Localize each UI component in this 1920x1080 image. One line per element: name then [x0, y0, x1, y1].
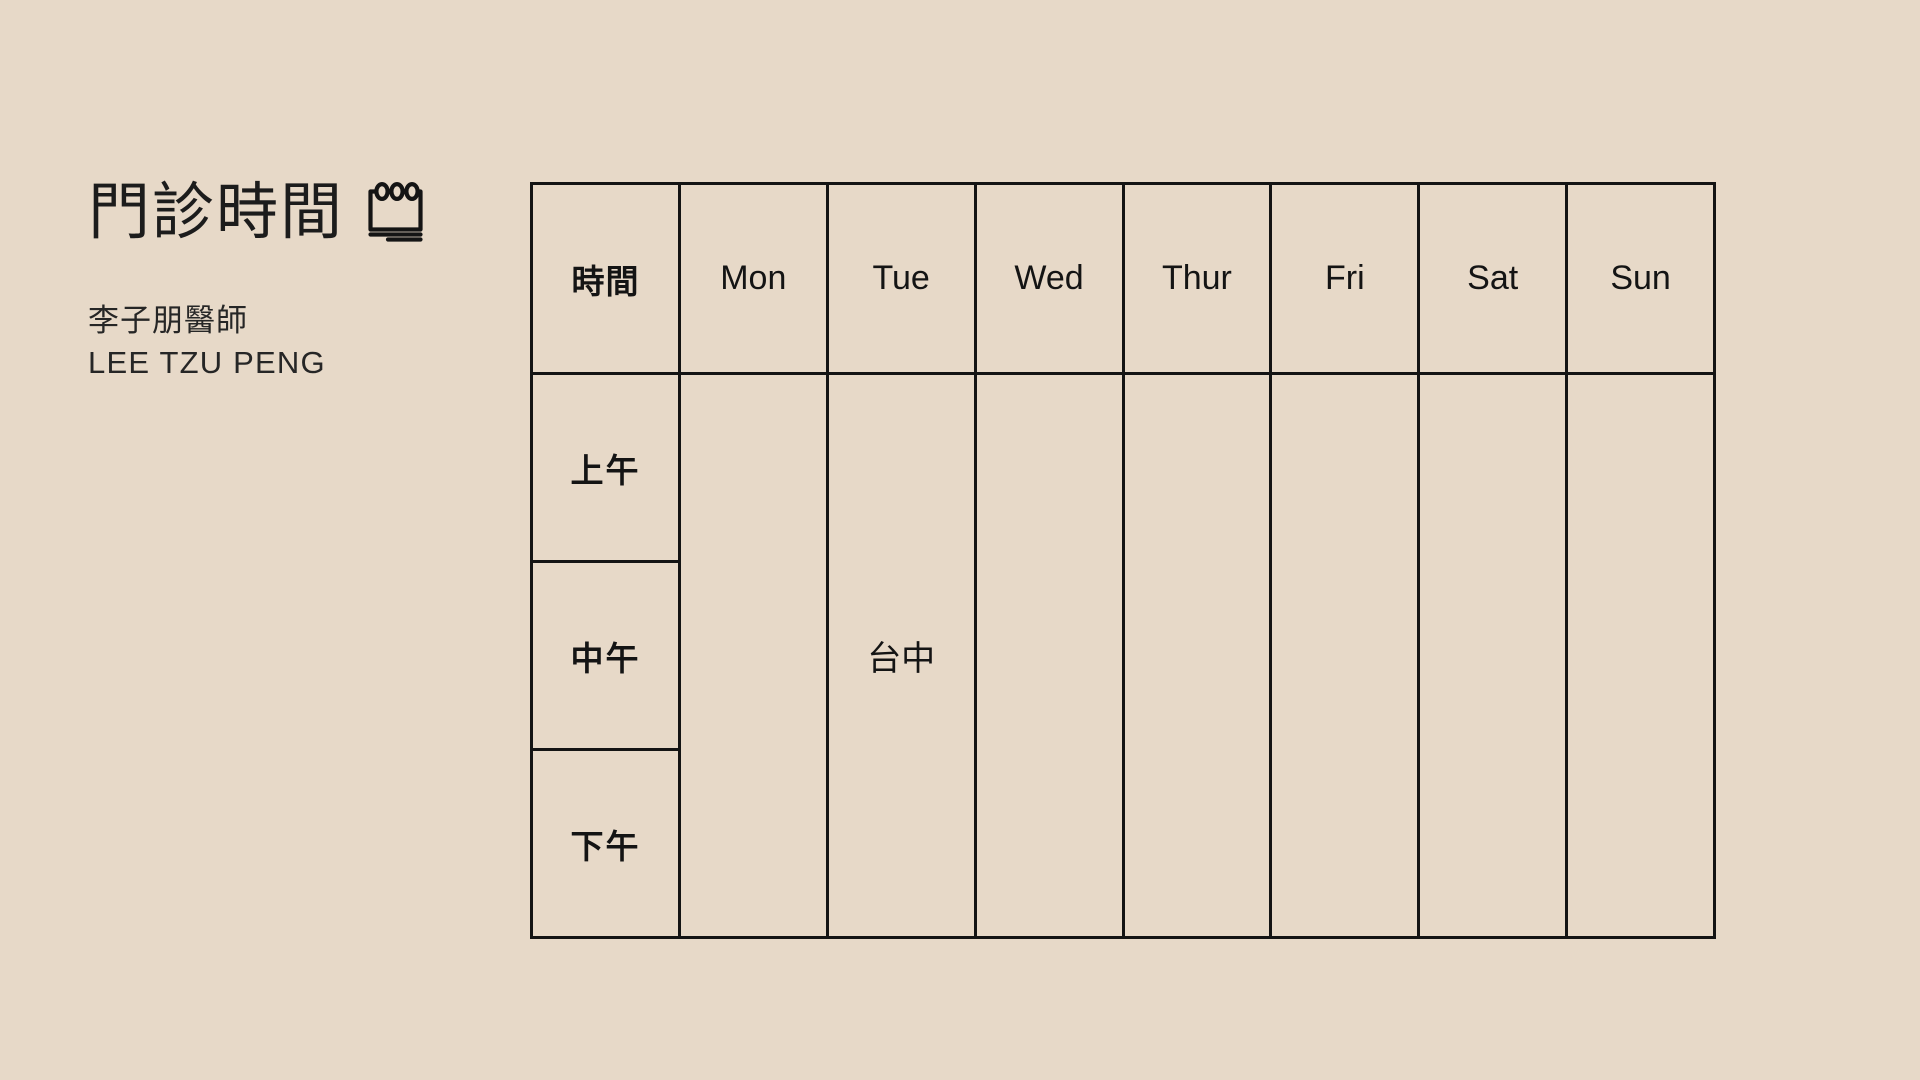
day-column-sat[interactable]	[1420, 375, 1569, 936]
cell-sat-noon[interactable]	[1420, 562, 1565, 749]
notepad-calendar-icon	[368, 182, 423, 242]
cell-sun-afternoon[interactable]	[1568, 749, 1713, 936]
day-column-sun[interactable]	[1568, 375, 1713, 936]
day-column-thur[interactable]	[1125, 375, 1273, 936]
cell-sat-afternoon[interactable]	[1420, 749, 1565, 936]
cell-fri-noon[interactable]	[1272, 562, 1417, 749]
title-row: 門診時間	[88, 170, 508, 256]
column-header-fri: Fri	[1272, 185, 1421, 372]
day-column-wed[interactable]	[977, 375, 1125, 936]
cell-thur-afternoon[interactable]	[1125, 749, 1270, 936]
time-slot-morning: 上午	[533, 375, 678, 563]
cell-tue-morning[interactable]	[829, 375, 974, 562]
time-slot-afternoon: 下午	[570, 827, 641, 865]
cell-mon-afternoon[interactable]	[681, 749, 826, 936]
cell-sun-morning[interactable]	[1568, 375, 1713, 562]
column-header-sun: Sun	[1610, 259, 1671, 297]
day-column-mon[interactable]	[681, 375, 829, 936]
cell-mon-morning[interactable]	[681, 375, 826, 562]
table-header-row: 時間 Mon Tue Wed Thur Fri Sat Sun	[533, 185, 1713, 375]
header-panel: 門診時間 李子朋醫師 LEE TZU PENG	[88, 170, 508, 384]
doctor-identity: 李子朋醫師 LEE TZU PENG	[88, 300, 508, 384]
cell-thur-morning[interactable]	[1125, 375, 1270, 562]
column-header-wed: Wed	[977, 185, 1125, 372]
column-header-thur: Thur	[1125, 185, 1273, 372]
cell-sun-noon[interactable]	[1568, 562, 1713, 749]
cell-thur-noon[interactable]	[1125, 562, 1270, 749]
day-column-tue[interactable]: 台中	[829, 375, 977, 936]
time-slot-column: 上午 中午 下午	[533, 375, 681, 936]
cell-wed-noon[interactable]	[977, 562, 1122, 749]
cell-mon-noon[interactable]	[681, 562, 826, 749]
cell-fri-morning[interactable]	[1272, 375, 1417, 562]
column-header-mon: Mon	[681, 185, 829, 372]
column-header-time: 時間	[533, 185, 681, 372]
doctor-name-en: LEE TZU PENG	[88, 345, 326, 381]
page-title: 門診時間	[88, 178, 345, 247]
table-body: 上午 中午 下午 台中	[533, 375, 1713, 936]
clinic-schedule-table: 時間 Mon Tue Wed Thur Fri Sat Sun 上午 中午 下午…	[530, 182, 1716, 939]
doctor-name-zh: 李子朋醫師	[88, 303, 248, 338]
cell-wed-morning[interactable]	[977, 375, 1122, 562]
time-slot-noon: 中午	[533, 563, 678, 751]
day-column-fri[interactable]	[1272, 375, 1421, 936]
cell-sat-morning[interactable]	[1420, 375, 1565, 562]
cell-wed-afternoon[interactable]	[977, 749, 1122, 936]
cell-fri-afternoon[interactable]	[1272, 749, 1417, 936]
column-header-sat: Sat	[1420, 185, 1569, 372]
cell-tue-afternoon[interactable]	[829, 749, 974, 936]
column-header-tue: Tue	[829, 185, 977, 372]
cell-tue-noon[interactable]: 台中	[829, 562, 974, 749]
